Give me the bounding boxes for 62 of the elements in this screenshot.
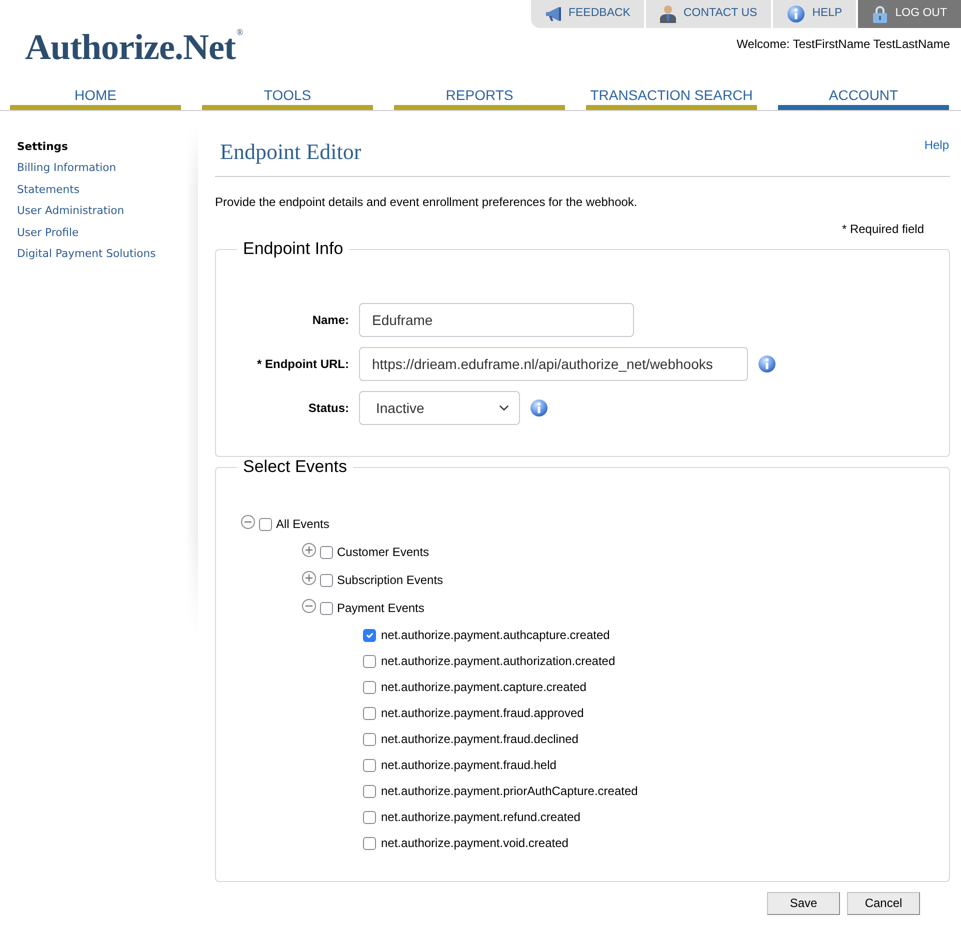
help-link[interactable]: Help xyxy=(924,138,949,152)
sidebar-link[interactable]: User Administration xyxy=(17,200,124,222)
page-description: Provide the endpoint details and event enrollment preferences for the webhook. xyxy=(215,195,638,209)
sidebar-link[interactable]: Billing Information xyxy=(17,157,116,179)
checkbox[interactable] xyxy=(363,680,376,694)
checkbox[interactable] xyxy=(363,836,376,850)
checkbox-label[interactable]: net.authorize.payment.authorization.created xyxy=(381,654,616,668)
panel-title: Endpoint Info xyxy=(242,239,344,259)
input-field[interactable]: Eduframe xyxy=(359,303,634,337)
panel-title: Select Events xyxy=(242,457,348,477)
required-note: * Required field xyxy=(842,222,924,236)
checkbox[interactable] xyxy=(363,706,376,720)
checkbox[interactable] xyxy=(363,810,376,824)
info-icon[interactable] xyxy=(758,355,776,373)
expand-icon[interactable] xyxy=(302,543,316,557)
megaphone-icon xyxy=(545,6,562,22)
checkbox[interactable] xyxy=(320,574,333,586)
checkbox-label[interactable]: net.authorize.payment.fraud.declined xyxy=(381,732,578,746)
checkbox[interactable] xyxy=(320,602,333,614)
collapse-icon[interactable] xyxy=(302,599,316,613)
checkbox-label[interactable]: All Events xyxy=(276,517,330,531)
sidebar-link[interactable]: Statements xyxy=(17,178,80,200)
checkbox-label[interactable]: Subscription Events xyxy=(337,573,444,587)
checkbox[interactable] xyxy=(363,732,376,746)
lock-icon xyxy=(872,5,888,23)
sidebar-link[interactable]: Digital Payment Solutions xyxy=(17,243,156,264)
checkbox-label[interactable]: Customer Events xyxy=(337,545,430,559)
input-field[interactable]: https://drieam.eduframe.nl/api/authorize_net/webhooks xyxy=(359,347,748,381)
brand-logo[interactable]: Authorize.Net$^{®}$ xyxy=(25,30,243,65)
checkbox-label[interactable]: net.authorize.payment.capture.created xyxy=(381,680,586,694)
checkbox-label[interactable]: Payment Events xyxy=(337,601,424,615)
collapse-icon[interactable] xyxy=(241,515,255,529)
info-icon xyxy=(787,5,806,23)
field-label: Name: xyxy=(312,313,349,327)
page-title: Endpoint Editor xyxy=(220,139,362,165)
select-dropdown[interactable]: Inactive xyxy=(359,391,520,425)
checkbox[interactable] xyxy=(363,628,376,642)
checkbox[interactable] xyxy=(259,518,272,530)
checkbox-label[interactable]: net.authorize.payment.authcapture.created xyxy=(381,628,610,642)
expand-icon[interactable] xyxy=(302,571,316,585)
sidebar-link[interactable]: Settings xyxy=(17,136,68,158)
feedback-link[interactable]: FEEDBACK xyxy=(531,0,644,28)
checkbox-label[interactable]: net.authorize.payment.fraud.approved xyxy=(381,706,584,720)
checkbox-label[interactable]: net.authorize.payment.priorAuthCapture.created xyxy=(381,784,638,798)
checkbox[interactable] xyxy=(363,784,376,798)
checkbox-label[interactable]: net.authorize.payment.refund.created xyxy=(381,810,580,824)
info-icon[interactable] xyxy=(530,399,548,417)
save-button[interactable]: Save xyxy=(767,892,840,915)
checkbox[interactable] xyxy=(320,546,333,558)
checkbox[interactable] xyxy=(363,758,376,772)
checkbox-label[interactable]: net.authorize.payment.fraud.held xyxy=(381,758,556,772)
help-link[interactable]: HELP xyxy=(771,0,856,28)
contact-us-link[interactable]: CONTACT US xyxy=(644,0,772,28)
checkbox[interactable] xyxy=(363,654,376,668)
field-label: Status: xyxy=(308,401,349,415)
sidebar-link[interactable]: User Profile xyxy=(17,222,79,244)
field-label: * Endpoint URL: xyxy=(257,357,349,371)
person-icon xyxy=(660,5,676,23)
checkbox-label[interactable]: net.authorize.payment.void.created xyxy=(381,836,568,850)
log-out-link[interactable]: LOG OUT xyxy=(856,0,961,28)
cancel-button[interactable]: Cancel xyxy=(847,892,920,915)
welcome-text: Welcome: TestFirstName TestLastName xyxy=(736,37,950,51)
